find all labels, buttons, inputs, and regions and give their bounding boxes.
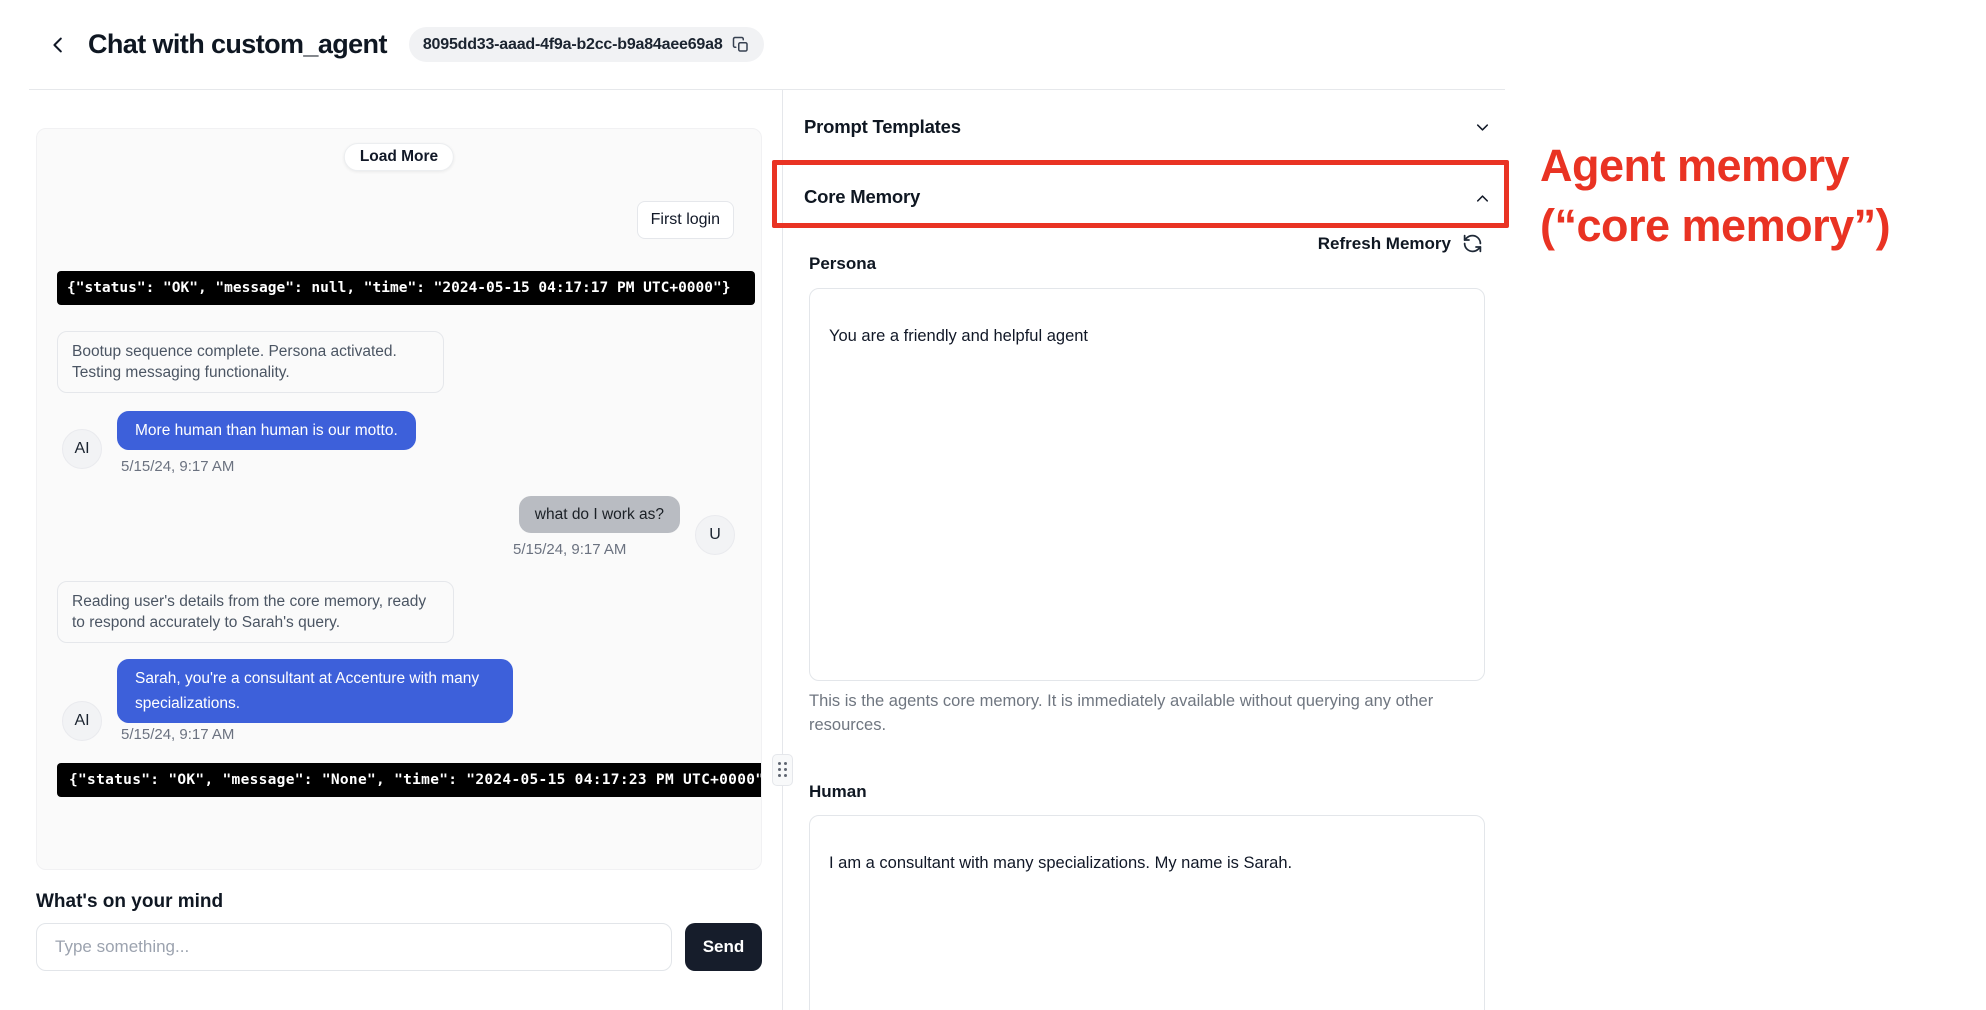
human-textarea[interactable]: I am a consultant with many specializati… <box>810 816 1484 1010</box>
refresh-icon <box>1462 233 1483 254</box>
agent-id-badge[interactable]: 8095dd33-aaad-4f9a-b2cc-b9a84aee69a8 <box>409 27 764 62</box>
annotation-line-1: Agent memory <box>1540 136 1890 196</box>
message-timestamp: 5/15/24, 9:17 AM <box>121 726 234 743</box>
human-field-container: I am a consultant with many specializati… <box>809 815 1485 1010</box>
page-title: Chat with custom_agent <box>88 29 387 60</box>
chevron-down-icon[interactable] <box>1473 118 1492 137</box>
composer-label: What's on your mind <box>36 891 223 913</box>
system-json-message: {"status": "OK", "message": null, "time"… <box>57 271 755 305</box>
load-more-button[interactable]: Load More <box>344 143 454 171</box>
chevron-left-icon <box>48 34 70 56</box>
copy-icon[interactable] <box>732 36 750 54</box>
ai-message-bubble: More human than human is our motto. <box>117 411 416 450</box>
persona-label: Persona <box>809 254 876 274</box>
agent-id-value: 8095dd33-aaad-4f9a-b2cc-b9a84aee69a8 <box>423 36 723 54</box>
ai-avatar: AI <box>62 701 102 741</box>
page-header: Chat with custom_agent 8095dd33-aaad-4f9… <box>29 0 1505 90</box>
human-label: Human <box>809 782 867 802</box>
ai-avatar: AI <box>62 429 102 469</box>
chevron-up-icon[interactable] <box>1473 189 1492 208</box>
back-button[interactable] <box>42 28 76 62</box>
system-note-message: Reading user's details from the core mem… <box>57 581 454 643</box>
system-note-message: Bootup sequence complete. Persona activa… <box>57 331 444 393</box>
app-root: Chat with custom_agent 8095dd33-aaad-4f9… <box>0 0 1986 1010</box>
message-timestamp: 5/15/24, 9:17 AM <box>513 541 626 558</box>
annotation-text: Agent memory (“core memory”) <box>1540 136 1890 256</box>
prompt-templates-header[interactable]: Prompt Templates <box>804 116 961 138</box>
message-input[interactable] <box>36 923 672 971</box>
user-message-bubble: what do I work as? <box>519 496 680 533</box>
refresh-memory-label: Refresh Memory <box>1318 234 1451 254</box>
agent-details-panel: Prompt Templates Core Memory Refresh Mem… <box>783 90 1506 1010</box>
first-login-badge: First login <box>637 201 734 239</box>
persona-textarea[interactable]: You are a friendly and helpful agent <box>810 289 1484 680</box>
ai-message-bubble: Sarah, you're a consultant at Accenture … <box>117 659 513 723</box>
core-memory-header[interactable]: Core Memory <box>804 186 920 208</box>
refresh-memory-button[interactable]: Refresh Memory <box>1318 233 1483 254</box>
annotation-line-2: (“core memory”) <box>1540 196 1890 256</box>
core-memory-help-text: This is the agents core memory. It is im… <box>809 689 1449 737</box>
send-button[interactable]: Send <box>685 923 762 971</box>
chat-panel: Load More First login {"status": "OK", "… <box>36 128 762 870</box>
message-timestamp: 5/15/24, 9:17 AM <box>121 458 234 475</box>
user-avatar: U <box>695 515 735 555</box>
section-divider <box>783 162 1505 163</box>
system-json-message: {"status": "OK", "message": "None", "tim… <box>57 763 762 797</box>
persona-field-container: You are a friendly and helpful agent <box>809 288 1485 681</box>
